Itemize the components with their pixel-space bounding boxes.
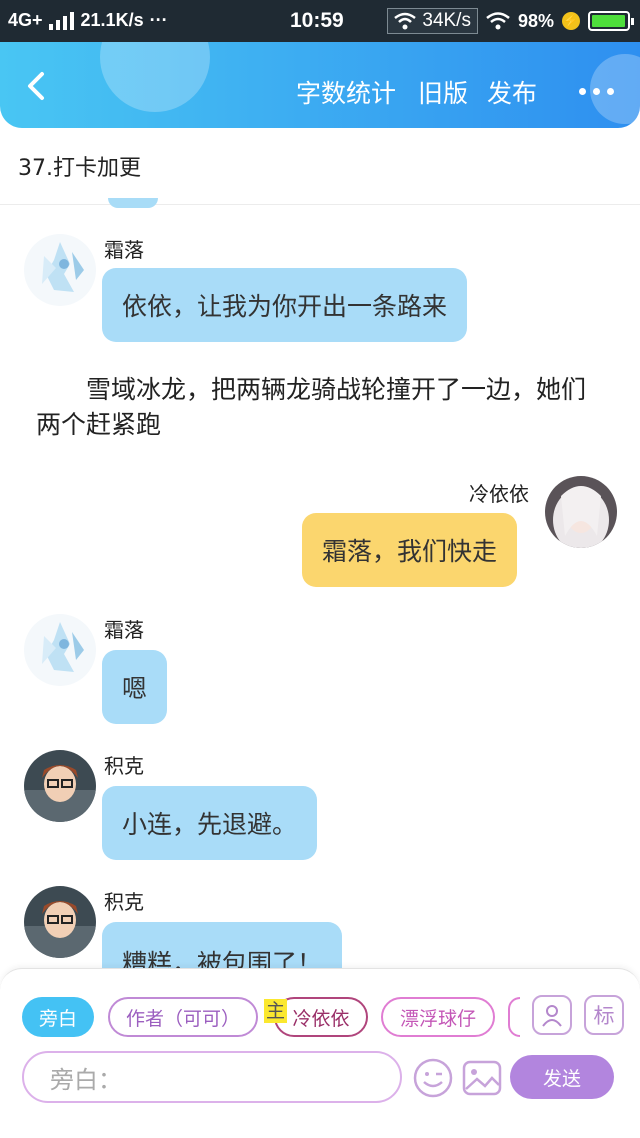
message-bubble[interactable]: 霜落，我们快走 <box>302 513 518 587</box>
battery-icon <box>588 11 634 31</box>
main-role-tag: 主 <box>264 999 288 1023</box>
status-bar: 4G+ 21.1K/s ··· 10:59 34K/s 98% ⚡ <box>0 0 640 42</box>
chapter-title: 37.打卡加更 <box>18 156 141 181</box>
message-bubble[interactable]: 依依，让我为你开出一条路来 <box>102 268 468 342</box>
chevron-left-icon[interactable] <box>18 66 58 106</box>
image-icon[interactable] <box>461 1057 503 1099</box>
speed-box-value: 34K/s <box>422 10 471 31</box>
old-version-button[interactable]: 旧版 <box>418 74 468 110</box>
chip-floating-ball[interactable]: 漂浮球仔 <box>381 997 495 1037</box>
chip-lengyiyi[interactable]: 冷依依 <box>274 997 368 1037</box>
speaker-name: 积克 <box>104 890 144 914</box>
divider <box>0 204 640 205</box>
character-manage-icon[interactable] <box>532 995 572 1035</box>
status-more-dots: ··· <box>149 10 168 30</box>
avatar-jike[interactable] <box>24 750 96 822</box>
avatar-shuangluo[interactable] <box>24 614 96 686</box>
app-header: 字数统计 旧版 发布 <box>0 42 640 128</box>
speed-box: 34K/s <box>387 8 478 34</box>
more-dots-icon[interactable] <box>579 88 614 95</box>
avatar-lengyiyi[interactable] <box>545 476 617 548</box>
emoji-icon[interactable] <box>412 1057 454 1099</box>
clock: 10:59 <box>290 9 344 32</box>
publish-button[interactable]: 发布 <box>487 74 537 110</box>
speaker-name: 积克 <box>104 754 144 778</box>
message-bubble[interactable]: 小连，先退避。 <box>102 786 318 860</box>
speaker-name: 冷依依 <box>469 482 529 506</box>
speaker-name: 霜落 <box>104 238 144 262</box>
narration-text: 雪域冰龙，把两辆龙骑战轮撞开了一边，她们两个赶紧跑 <box>36 375 587 439</box>
wifi-icon <box>486 12 510 30</box>
message-input[interactable]: 旁白： <box>22 1051 402 1103</box>
message-bubble[interactable]: 嗯 <box>102 650 168 724</box>
avatar-jike[interactable] <box>24 886 96 958</box>
decor-bubble <box>100 42 210 112</box>
network-speed: 21.1K/s <box>80 10 144 30</box>
charging-icon: ⚡ <box>562 12 580 30</box>
signal-icon <box>48 11 74 30</box>
speaker-name: 霜落 <box>104 618 144 642</box>
network-type: 4G+ <box>8 10 43 30</box>
composer-panel: 旁白 作者（可可） 冷依依 主 漂浮球仔 标 旁白： 发送 <box>0 968 640 1138</box>
wifi-icon <box>394 12 417 30</box>
avatar-shuangluo[interactable] <box>24 234 96 306</box>
chip-narrator[interactable]: 旁白 <box>22 997 94 1037</box>
word-count-button[interactable]: 字数统计 <box>296 74 396 110</box>
chip-author[interactable]: 作者（可可） <box>108 997 258 1037</box>
send-button[interactable]: 发送 <box>510 1055 614 1099</box>
chip-overflow-edge[interactable] <box>508 997 520 1037</box>
badge-icon[interactable]: 标 <box>584 995 624 1035</box>
previous-bubble-edge <box>108 198 158 208</box>
battery-percent: 98% <box>517 10 554 31</box>
